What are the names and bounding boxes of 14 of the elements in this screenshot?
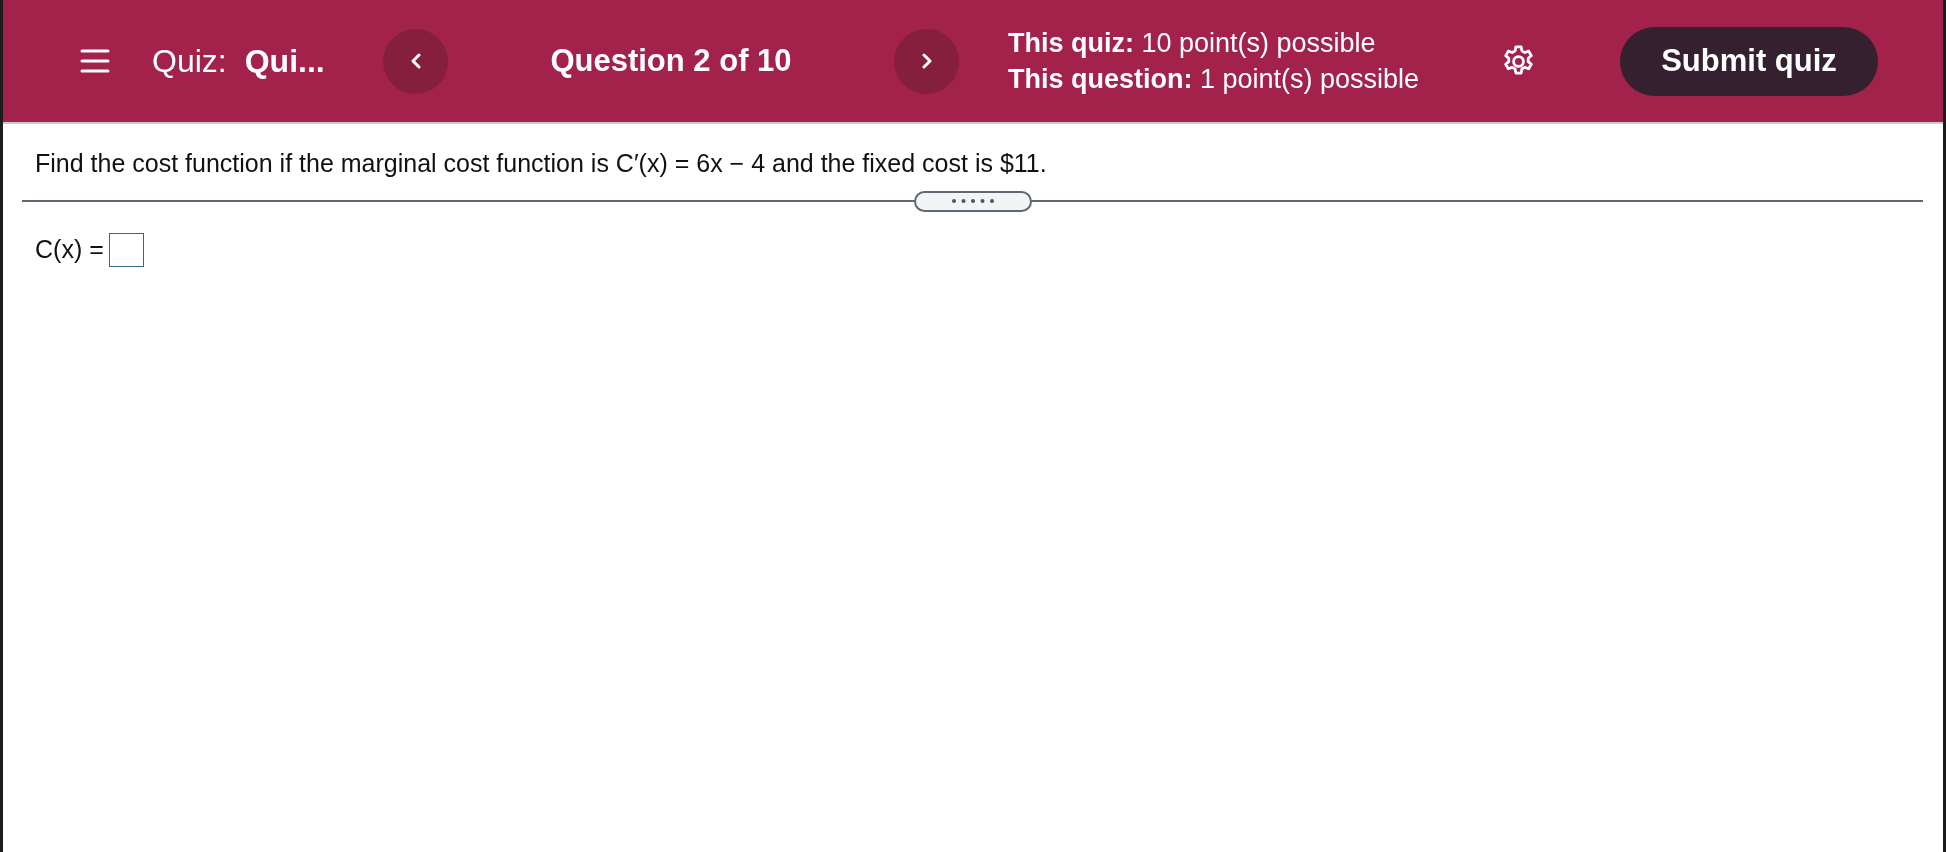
chevron-right-icon [921,53,932,69]
quiz-label: Quiz: [152,42,227,81]
answer-box[interactable] [108,232,144,267]
dots-icon [951,199,994,203]
points-info-text: This quiz: 10 point(s) possible [1008,27,1376,59]
answer-label: C(x) = [35,234,104,265]
points-info-text: This question: 1 point(s) possible [1008,63,1420,95]
submit-quiz-button[interactable]: Submit quiz [1620,26,1878,96]
chevron-left-icon [410,53,421,69]
expand-toggle-button[interactable] [913,190,1032,212]
menu-icon[interactable] [80,48,110,74]
question-text: Find the cost function if the marginal cost function is C′(x) = 6x − 4 and the fixed cost is $11. [35,148,1047,178]
question-counter: Question 2 of 10 [549,41,793,80]
quiz-title: Qui... [244,42,325,81]
